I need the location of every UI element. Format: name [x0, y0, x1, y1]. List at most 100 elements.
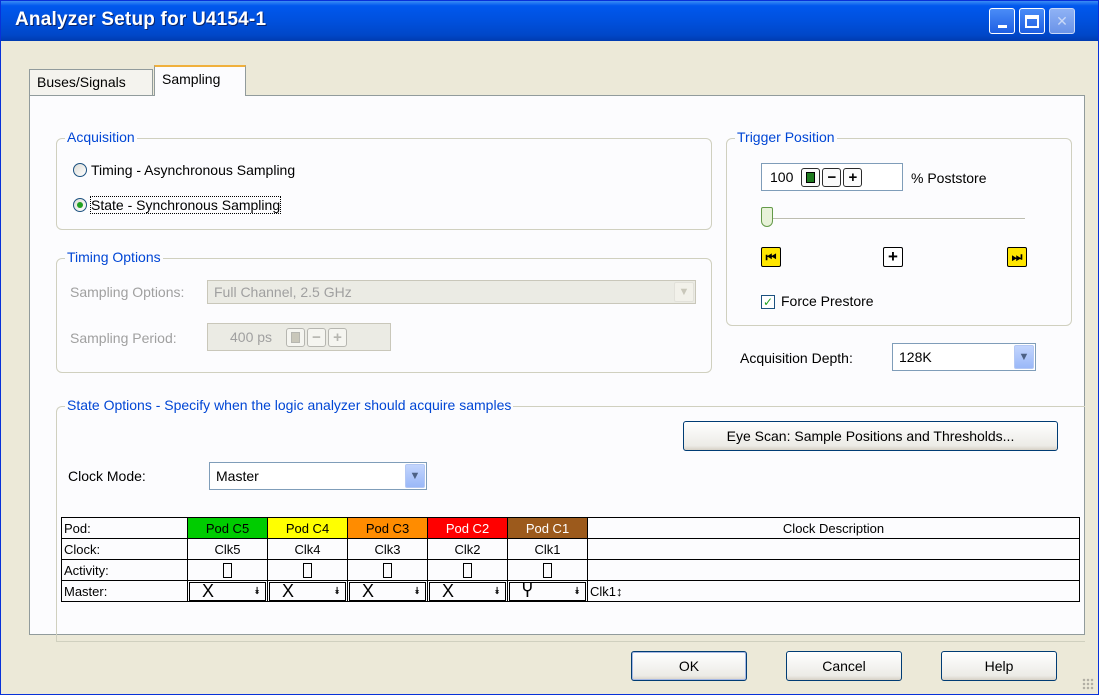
- state-sync-radio-row[interactable]: State - Synchronous Sampling: [73, 196, 282, 214]
- sampling-tab-panel: Acquisition Timing - Asynchronous Sampli…: [29, 95, 1085, 642]
- skip-start-icon: ⏮: [765, 249, 777, 264]
- clock-description-cell: [587, 538, 1080, 560]
- plus-icon: +: [888, 247, 898, 266]
- close-button[interactable]: ✕: [1049, 8, 1075, 34]
- row-header-master: Master:: [61, 580, 188, 602]
- table-row: Pod: Pod C5 Pod C4 Pod C3 Pod C2 Pod C1 …: [61, 517, 1080, 539]
- clock-mode-value: Master: [216, 468, 259, 484]
- sampling-period-value: 400 ps: [230, 329, 273, 345]
- master-dropdown-c3[interactable]: X ⯯: [349, 581, 426, 601]
- clock-cell-c3: Clk3: [347, 538, 428, 560]
- master-cell-c1[interactable]: Ⴤ ⯯: [507, 580, 588, 602]
- row-header-pod: Pod:: [61, 517, 188, 539]
- trigger-slider-track[interactable]: [763, 218, 1025, 220]
- activity-cell-c1: [507, 559, 588, 581]
- minimize-icon: [997, 24, 1007, 28]
- sampling-options-value: Full Channel, 2.5 GHz: [214, 284, 352, 300]
- increment-button[interactable]: +: [328, 327, 348, 347]
- timing-async-radio[interactable]: [73, 163, 87, 177]
- master-symbol-c4: X: [282, 581, 295, 601]
- trigger-position-stepper[interactable]: 100 − +: [761, 163, 903, 191]
- window-title: Analyzer Setup for U4154-1: [15, 9, 267, 30]
- timing-options-legend: Timing Options: [65, 249, 163, 265]
- master-cell-c5[interactable]: X ⯯: [187, 580, 268, 602]
- calculator-button[interactable]: [286, 327, 306, 347]
- tab-buses-signals[interactable]: Buses/Signals: [29, 69, 153, 95]
- activity-indicator-icon: [543, 563, 552, 579]
- calculator-button[interactable]: [801, 167, 821, 187]
- move-to-start-button[interactable]: ⏮: [761, 247, 781, 267]
- activity-cell-c4: [267, 559, 348, 581]
- double-chevron-down-icon: ⯯: [334, 585, 340, 597]
- master-dropdown-c1[interactable]: Ⴤ ⯯: [509, 581, 586, 601]
- chevron-down-icon: ▼: [674, 282, 694, 302]
- clock-cell-c2: Clk2: [427, 538, 508, 560]
- sampling-period-label: Sampling Period:: [70, 330, 177, 346]
- cancel-button[interactable]: Cancel: [786, 651, 902, 681]
- master-cell-c3[interactable]: X ⯯: [347, 580, 428, 602]
- master-symbol-c3: X: [362, 581, 375, 601]
- force-prestore-checkbox[interactable]: ✓: [761, 295, 775, 309]
- activity-cell-c2: [427, 559, 508, 581]
- decrement-button[interactable]: −: [307, 327, 327, 347]
- title-bar[interactable]: Analyzer Setup for U4154-1 ✕: [1, 1, 1098, 41]
- increment-button[interactable]: +: [843, 167, 863, 187]
- table-row: Activity:: [61, 559, 1080, 581]
- double-chevron-down-icon: ⯯: [414, 585, 420, 597]
- acquisition-depth-combo[interactable]: 128K ▼: [892, 343, 1036, 371]
- clock-mode-label: Clock Mode:: [68, 468, 146, 484]
- state-sync-radio[interactable]: [73, 198, 87, 212]
- help-button[interactable]: Help: [941, 651, 1057, 681]
- acquisition-legend: Acquisition: [65, 129, 137, 145]
- activity-indicator-icon: [383, 563, 392, 579]
- acquisition-depth-value: 128K: [899, 349, 932, 365]
- skip-end-icon: ⏭: [1011, 249, 1023, 264]
- pod-c3-header: Pod C3: [347, 517, 428, 539]
- double-chevron-down-icon: ⯯: [494, 585, 500, 597]
- master-cell-c4[interactable]: X ⯯: [267, 580, 348, 602]
- sampling-options-combo[interactable]: Full Channel, 2.5 GHz ▼: [207, 280, 696, 304]
- chevron-down-icon: ▼: [1014, 345, 1034, 369]
- pod-c4-header: Pod C4: [267, 517, 348, 539]
- timing-async-label: Timing - Asynchronous Sampling: [91, 162, 296, 178]
- master-dropdown-c5[interactable]: X ⯯: [189, 581, 266, 601]
- master-symbol-c1: Ⴤ: [522, 581, 533, 601]
- master-cell-c2[interactable]: X ⯯: [427, 580, 508, 602]
- clock-description-header: Clock Description: [587, 517, 1080, 539]
- state-options-legend: State Options - Specify when the logic a…: [65, 397, 514, 413]
- master-dropdown-c4[interactable]: X ⯯: [269, 581, 346, 601]
- poststore-unit-label: % Poststore: [911, 170, 987, 186]
- clock-table: Pod: Pod C5 Pod C4 Pod C3 Pod C2 Pod C1 …: [61, 517, 1080, 602]
- sampling-options-label: Sampling Options:: [70, 284, 185, 300]
- trigger-slider-thumb[interactable]: [761, 207, 773, 227]
- eye-scan-button[interactable]: Eye Scan: Sample Positions and Threshold…: [683, 421, 1058, 451]
- clock-cell-c5: Clk5: [187, 538, 268, 560]
- maximize-icon: [1025, 14, 1039, 28]
- center-trigger-button[interactable]: +: [883, 247, 903, 267]
- activity-indicator-icon: [223, 563, 232, 579]
- clock-mode-combo[interactable]: Master ▼: [209, 462, 427, 490]
- sampling-period-stepper[interactable]: 400 ps − +: [207, 323, 391, 351]
- master-dropdown-c2[interactable]: X ⯯: [429, 581, 506, 601]
- decrement-button[interactable]: −: [822, 167, 842, 187]
- master-description-cell: Clk1↕: [587, 580, 1080, 602]
- chevron-down-icon: ▼: [405, 464, 425, 488]
- minimize-button[interactable]: [989, 8, 1015, 34]
- ok-button[interactable]: OK: [631, 651, 747, 681]
- checkmark-icon: ✓: [762, 295, 774, 309]
- pod-c2-header: Pod C2: [427, 517, 508, 539]
- close-icon: ✕: [1056, 12, 1068, 29]
- table-row: Master: X ⯯ X ⯯ X ⯯ X ⯯ Ⴤ ⯯ Clk1↕: [61, 580, 1080, 602]
- activity-indicator-icon: [303, 563, 312, 579]
- double-chevron-down-icon: ⯯: [574, 585, 580, 597]
- timing-async-radio-row[interactable]: Timing - Asynchronous Sampling: [73, 162, 295, 178]
- move-to-end-button[interactable]: ⏭: [1007, 247, 1027, 267]
- resize-grip-icon[interactable]: [1082, 678, 1094, 690]
- row-header-clock: Clock:: [61, 538, 188, 560]
- tab-sampling[interactable]: Sampling: [154, 65, 246, 96]
- trigger-position-value: 100: [770, 169, 794, 185]
- trigger-position-legend: Trigger Position: [735, 129, 837, 145]
- maximize-button[interactable]: [1019, 8, 1045, 34]
- table-row: Clock: Clk5 Clk4 Clk3 Clk2 Clk1: [61, 538, 1080, 560]
- activity-cell-c5: [187, 559, 268, 581]
